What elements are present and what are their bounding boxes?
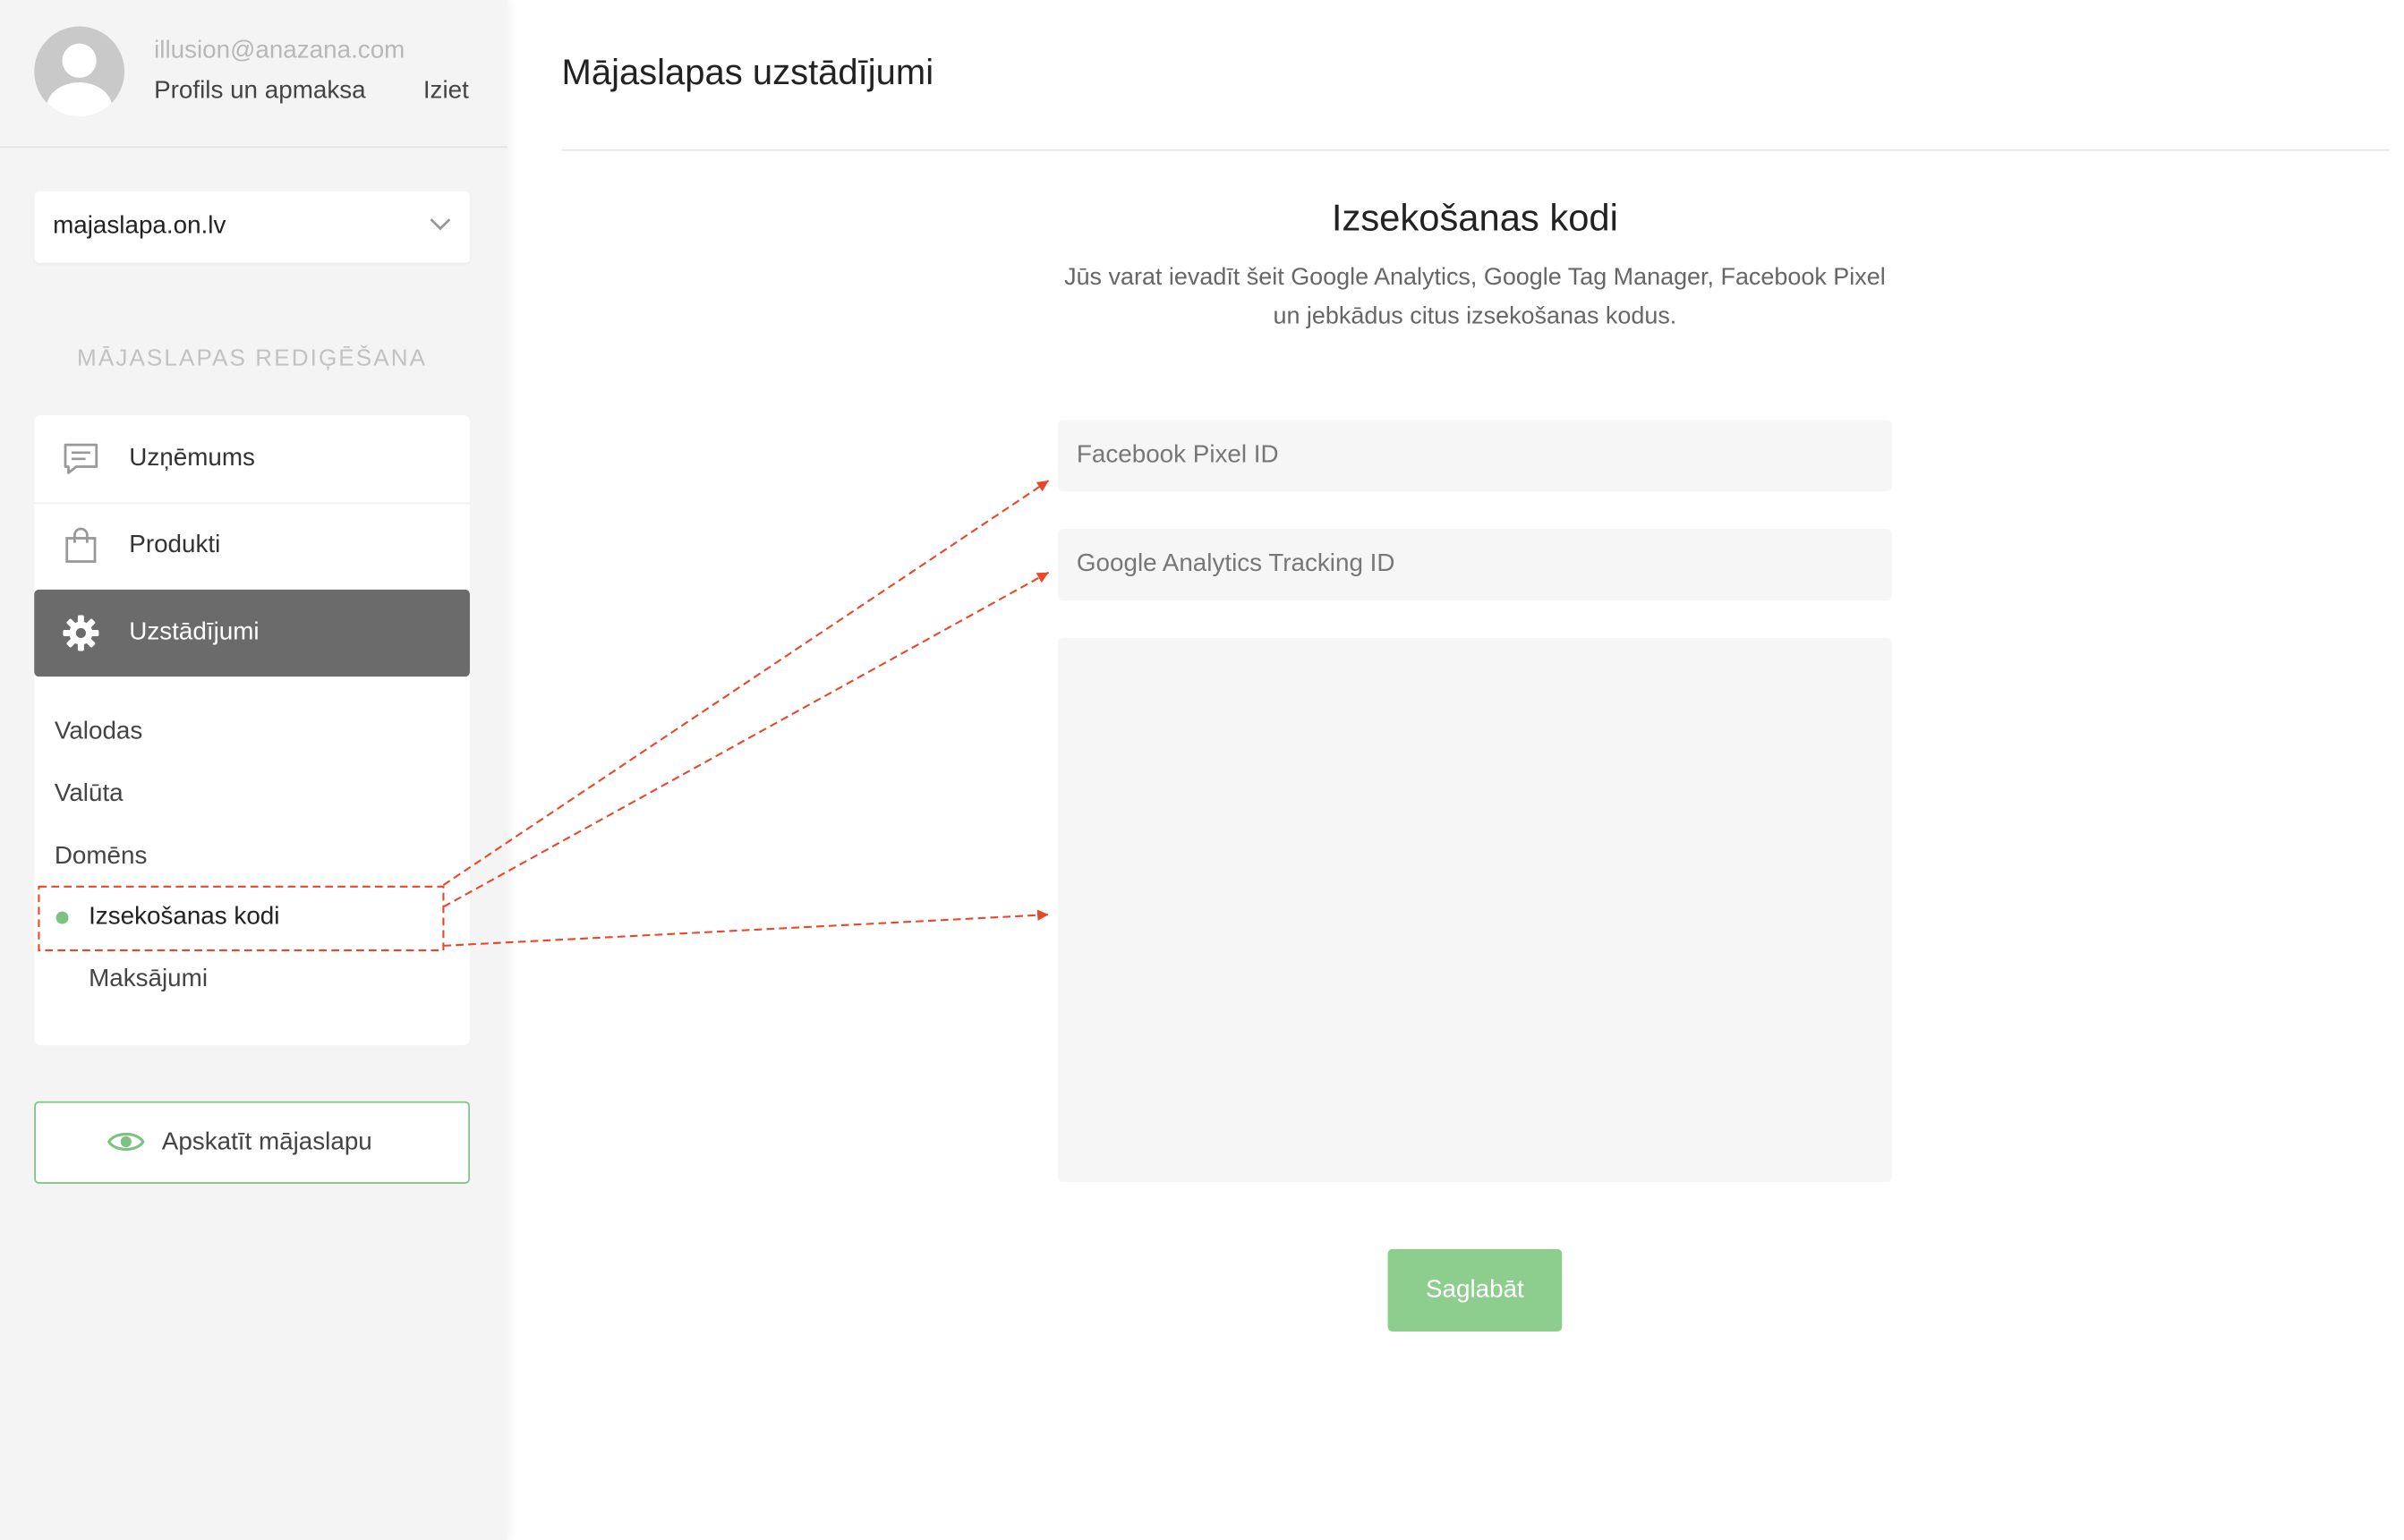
sidebar-item-products[interactable]: Produkti <box>34 502 470 589</box>
user-panel: illusion@anazana.com Profils un apmaksa … <box>0 0 507 149</box>
avatar[interactable] <box>34 26 125 117</box>
sidebar-item-settings[interactable]: Uzstādījumi <box>34 589 470 677</box>
site-select[interactable]: majaslapa.on.lv <box>34 191 470 263</box>
active-indicator-dot <box>55 911 69 924</box>
submenu-domain[interactable]: Domēns <box>55 843 148 871</box>
view-website-button[interactable]: Apskatīt mājaslapu <box>34 1101 470 1184</box>
gear-icon <box>63 615 99 651</box>
save-button[interactable]: Saglabāt <box>1387 1248 1563 1332</box>
eye-icon <box>107 1132 145 1151</box>
profile-link[interactable]: Profils un apmaksa <box>154 78 366 106</box>
annotation-arrow <box>443 909 1049 947</box>
sidebar-item-company[interactable]: Uzņēmums <box>34 415 470 505</box>
sidebar-item-label: Uzstādījumi <box>129 618 260 646</box>
section-title: MĀJASLAPAS REDIĢĒŠANA <box>77 345 428 372</box>
annotation-arrow <box>442 571 1050 908</box>
google-analytics-input[interactable] <box>1058 529 1892 600</box>
page-title: Mājaslapas uzstādījumi <box>561 51 934 92</box>
user-email: illusion@anazana.com <box>154 37 405 64</box>
site-select-value: majaslapa.on.lv <box>53 213 226 240</box>
divider <box>561 149 2391 151</box>
annotation-arrow <box>442 480 1050 886</box>
submenu-tracking-codes[interactable]: Izsekošanas kodi <box>89 904 279 932</box>
logout-link[interactable]: Iziet <box>423 78 469 106</box>
tracking-codes-textarea[interactable] <box>1058 637 1892 1183</box>
panel-title: Izsekošanas kodi <box>1331 197 1618 240</box>
submenu-languages[interactable]: Valodas <box>55 719 142 746</box>
shopping-bag-icon <box>65 527 97 563</box>
chevron-down-icon <box>430 218 451 231</box>
facebook-pixel-input[interactable] <box>1058 420 1892 492</box>
panel-description: Jūs varat ievadīt šeit Google Analytics,… <box>1064 264 1886 330</box>
sidebar-item-label: Uzņēmums <box>129 445 255 472</box>
submenu-currency[interactable]: Valūta <box>55 781 124 809</box>
view-website-label: Apskatīt mājaslapu <box>161 1129 372 1156</box>
sidebar-item-label: Produkti <box>129 532 221 559</box>
submenu-payments[interactable]: Maksājumi <box>89 966 208 993</box>
sidebar: illusion@anazana.com Profils un apmaksa … <box>0 0 507 1540</box>
chat-icon <box>64 443 98 474</box>
